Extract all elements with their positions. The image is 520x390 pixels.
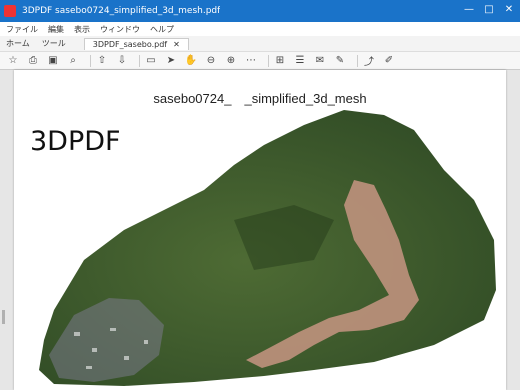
edit-icon[interactable]: ✐ — [382, 54, 396, 68]
menu-bar: ファイル 編集 表示 ウィンドウ ヘルプ — [0, 22, 520, 36]
title-bar: 3DPDF sasebo0724_simplified_3d_mesh.pdf … — [0, 0, 520, 22]
hand-icon[interactable]: ✋ — [184, 54, 198, 68]
zoom-out-icon[interactable]: ⊖ — [204, 54, 218, 68]
minimize-button[interactable]: — — [462, 4, 476, 16]
sidebar-handle[interactable] — [2, 310, 5, 324]
download-icon[interactable]: ⇩ — [115, 54, 129, 68]
tab-tools[interactable]: ツール — [42, 38, 66, 49]
star-icon[interactable]: ☆ — [6, 54, 20, 68]
menu-edit[interactable]: 編集 — [48, 24, 64, 35]
document-tab-label: 3DPDF_sasebo.pdf — [92, 39, 168, 49]
more-icon[interactable]: ⋯ — [244, 54, 258, 68]
menu-help[interactable]: ヘルプ — [150, 24, 174, 35]
maximize-button[interactable]: □ — [482, 4, 496, 16]
menu-view[interactable]: 表示 — [74, 24, 90, 35]
upload-icon[interactable]: ⇧ — [95, 54, 109, 68]
window-title: 3DPDF sasebo0724_simplified_3d_mesh.pdf — [22, 6, 221, 16]
cursor-icon[interactable]: ➤ — [164, 54, 178, 68]
close-tab-icon[interactable]: ✕ — [173, 40, 180, 49]
comment-icon[interactable]: ✉ — [313, 54, 327, 68]
toolbar: ☆ ⎙ ▣ ⌕ ⇧ ⇩ ▭ ➤ ✋ ⊖ ⊕ ⋯ ⊞ ☰ ✉ ✎ ⤴ ✐ — [0, 52, 520, 70]
toolbar-divider — [357, 54, 358, 67]
toolbar-divider — [90, 54, 91, 67]
menu-file[interactable]: ファイル — [6, 24, 38, 35]
print-icon[interactable]: ⎙ — [26, 54, 40, 68]
fit-page-icon[interactable]: ⊞ — [273, 54, 287, 68]
document-area[interactable]: sasebo0724_ _simplified_3d_mesh 3DPDF — [0, 70, 520, 390]
toolbar-divider — [139, 54, 140, 67]
pen-icon[interactable]: ✎ — [333, 54, 347, 68]
pdf-page: sasebo0724_ _simplified_3d_mesh 3DPDF — [14, 70, 506, 390]
close-button[interactable]: ✕ — [502, 4, 516, 16]
pdf-viewer-window: 3DPDF sasebo0724_simplified_3d_mesh.pdf … — [0, 0, 520, 390]
3d-mesh-view[interactable] — [14, 70, 506, 390]
toolbar-divider — [268, 54, 269, 67]
app-logo-icon — [4, 5, 16, 17]
tab-home[interactable]: ホーム — [6, 38, 30, 49]
scroll-icon[interactable]: ☰ — [293, 54, 307, 68]
zoom-in-icon[interactable]: ⊕ — [224, 54, 238, 68]
search-icon[interactable]: ⌕ — [66, 54, 80, 68]
tab-bar: ホーム ツール 3DPDF_sasebo.pdf ✕ — [0, 36, 520, 52]
share-icon[interactable]: ⤴ — [362, 54, 376, 68]
menu-window[interactable]: ウィンドウ — [100, 24, 140, 35]
3dpdf-watermark: 3DPDF — [30, 126, 121, 157]
tab-document[interactable]: 3DPDF_sasebo.pdf ✕ — [83, 37, 189, 50]
page-nav-icon[interactable]: ▭ — [144, 54, 158, 68]
document-title: sasebo0724_ _simplified_3d_mesh — [153, 91, 367, 106]
save-icon[interactable]: ▣ — [46, 54, 60, 68]
